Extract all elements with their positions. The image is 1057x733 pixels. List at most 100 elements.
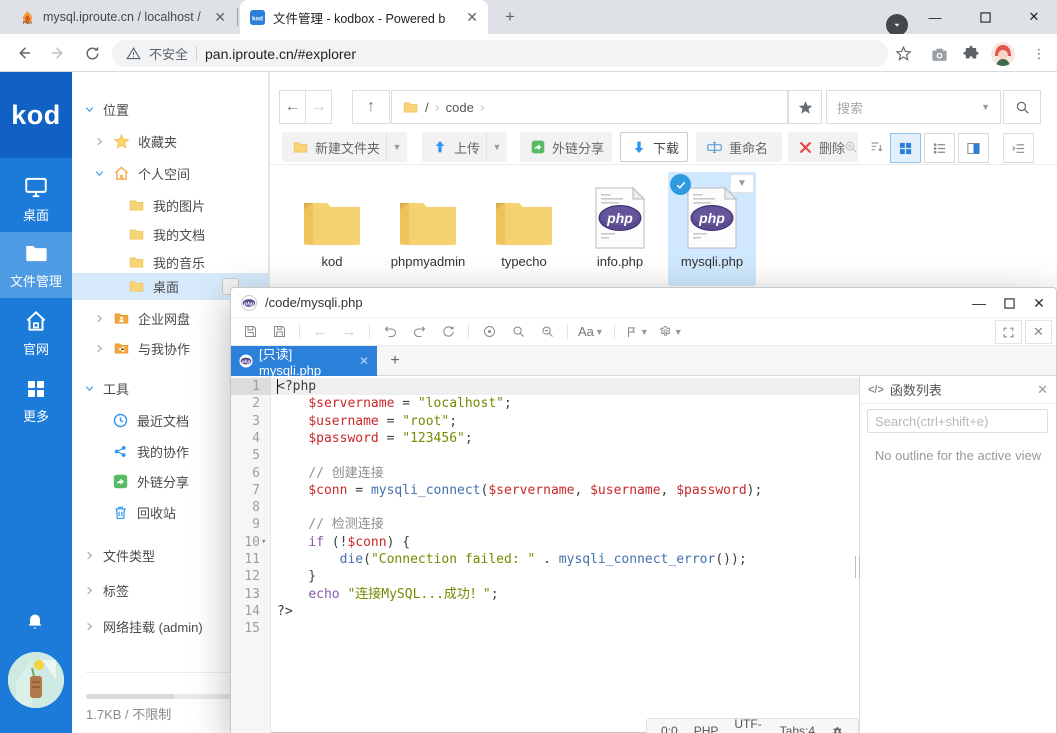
breadcrumb[interactable]: / › code › [391, 90, 788, 124]
browser-tab-kodbox[interactable]: kod 文件管理 - kodbox - Powered b ✕ [240, 0, 488, 34]
more-tools-icon[interactable]: ⋯ [819, 134, 837, 160]
chevron-right-icon[interactable] [94, 343, 106, 354]
code-line-3[interactable]: 3 $username = "root"; [231, 413, 859, 430]
nav-forward-icon[interactable]: → [336, 321, 362, 343]
camera-extension-icon[interactable] [927, 42, 951, 66]
list-view-button[interactable] [924, 133, 955, 163]
tree-item-2[interactable]: 收藏夹 [72, 128, 269, 155]
editor-fullscreen-button[interactable] [995, 320, 1022, 344]
forward-icon[interactable] [46, 41, 70, 65]
search-icon[interactable] [505, 321, 531, 343]
code-line-7[interactable]: 7 $conn = mysqli_connect($servername, $u… [231, 482, 859, 499]
chevron-down-icon[interactable] [84, 104, 96, 115]
search-button[interactable] [1003, 90, 1041, 124]
chevron-down-icon[interactable] [84, 383, 96, 394]
save-as-icon[interactable] [266, 321, 292, 343]
tree-item-4[interactable]: 我的图片 [72, 192, 269, 219]
toolbar-dropdown-2[interactable]: ▼ [486, 132, 507, 162]
media-controls-button[interactable] [886, 14, 908, 36]
refresh-icon[interactable] [435, 321, 461, 343]
editor-file-tab[interactable]: php [只读] mysqli.php ✕ [231, 346, 377, 376]
chevron-right-icon[interactable] [94, 136, 106, 147]
tab-close-icon[interactable]: ✕ [214, 9, 226, 26]
bookmark-star-icon[interactable] [891, 41, 915, 65]
browser-tab-phpmyadmin[interactable]: PMA mysql.iproute.cn / localhost / ✕ [10, 0, 236, 34]
search-input[interactable]: 搜索 ▼ [826, 90, 1001, 124]
extensions-puzzle-icon[interactable] [959, 42, 983, 66]
toolbar-button-3[interactable]: 外链分享 [520, 132, 612, 162]
editor-minimize-button[interactable]: — [966, 292, 992, 314]
tab-close-icon[interactable]: ✕ [466, 9, 478, 26]
goto-line-icon[interactable] [476, 321, 502, 343]
new-tab-button[interactable]: + [500, 7, 520, 27]
editor-close-button[interactable]: ✕ [1026, 292, 1052, 314]
file-item-folder[interactable]: typecho [480, 172, 568, 286]
code-line-10[interactable]: 10▾ if (!$conn) { [231, 534, 859, 551]
window-close-button[interactable]: ✕ [1011, 0, 1057, 34]
reload-icon[interactable] [80, 41, 104, 65]
grid-view-button[interactable] [890, 133, 921, 163]
code-line-6[interactable]: 6 // 创建连接 [231, 465, 859, 482]
code-line-11[interactable]: 11 die("Connection failed: " . mysqli_co… [231, 551, 859, 568]
font-size-icon[interactable]: Aa▼ [575, 321, 607, 343]
file-item-folder[interactable]: phpmyadmin [384, 172, 472, 286]
up-level-button[interactable]: ↑ [352, 90, 390, 124]
rail-item-desktop[interactable]: 桌面 [0, 166, 72, 232]
status-item-4[interactable]: Tabs:4 [780, 724, 815, 733]
new-editor-tab-button[interactable]: + [383, 349, 407, 373]
tree-item-1[interactable]: 位置 [72, 96, 269, 123]
kod-logo[interactable]: kod [0, 72, 72, 158]
redo-icon[interactable] [406, 321, 432, 343]
code-area[interactable]: 1<?php2 $servername = "localhost";3 $use… [231, 376, 859, 733]
column-view-button[interactable] [958, 133, 989, 163]
chevron-right-icon[interactable] [84, 585, 96, 596]
save-icon[interactable] [237, 321, 263, 343]
chevron-right-icon[interactable] [94, 313, 106, 324]
chevron-right-icon[interactable] [84, 621, 96, 632]
toolbar-button-1[interactable]: 新建文件夹 [282, 132, 386, 162]
toolbar-button-4[interactable]: 下载 [620, 132, 688, 162]
editor-panel-close-button[interactable]: ✕ [1025, 320, 1052, 344]
editor-titlebar[interactable]: php /code/mysqli.php [231, 288, 1056, 318]
history-back-button[interactable]: ← [279, 90, 306, 124]
tree-item-5[interactable]: 我的文档 [72, 221, 269, 248]
code-line-8[interactable]: 8 [231, 499, 859, 516]
file-item-php[interactable]: phpinfo.php [576, 172, 664, 286]
tab-close-icon[interactable]: ✕ [359, 354, 369, 368]
breadcrumb-root[interactable]: / [425, 100, 429, 115]
settings-gear-icon[interactable]: ▼ [655, 321, 686, 343]
rail-item-file-manager[interactable]: 文件管理 [0, 232, 72, 298]
undo-icon[interactable] [377, 321, 403, 343]
code-line-14[interactable]: 14?> [231, 603, 859, 620]
status-item-2[interactable]: PHP [694, 724, 719, 733]
profile-avatar[interactable] [991, 42, 1015, 66]
back-icon[interactable] [12, 41, 36, 65]
code-line-15[interactable]: 15 [231, 620, 859, 637]
editor-maximize-button[interactable] [996, 292, 1022, 314]
browser-menu-icon[interactable]: ⋮ [1027, 42, 1051, 66]
detail-panel-toggle-button[interactable] [1003, 133, 1034, 163]
user-avatar[interactable] [8, 652, 64, 708]
fold-arrow-icon[interactable]: ▾ [261, 534, 266, 551]
breadcrumb-folder[interactable]: code [446, 100, 474, 115]
code-line-12[interactable]: 12 } [231, 568, 859, 585]
code-line-5[interactable]: 5 [231, 447, 859, 464]
file-item-php[interactable]: phpmysqli.php▼ [668, 172, 756, 286]
replace-icon[interactable] [534, 321, 560, 343]
rail-item-more[interactable]: 更多 [0, 368, 72, 434]
sort-icon[interactable] [866, 134, 888, 160]
toolbar-button-5[interactable]: 重命名 [696, 132, 782, 162]
toolbar-button-2[interactable]: 上传 [422, 132, 486, 162]
bell-icon[interactable] [25, 612, 45, 632]
zoom-icon[interactable] [840, 134, 862, 160]
favorite-star-button[interactable] [788, 90, 822, 124]
status-item-3[interactable]: UTF-8 [734, 717, 763, 733]
code-line-13[interactable]: 13 echo "连接MySQL...成功！"; [231, 586, 859, 603]
rail-item-website[interactable]: 官网 [0, 300, 72, 366]
status-gear-icon[interactable] [831, 725, 844, 733]
chevron-down-icon[interactable]: ▼ [981, 102, 990, 112]
code-line-4[interactable]: 4 $password = "123456"; [231, 430, 859, 447]
toolbar-dropdown-1[interactable]: ▼ [386, 132, 407, 162]
code-line-1[interactable]: 1<?php [231, 378, 859, 395]
window-maximize-button[interactable] [962, 0, 1008, 34]
